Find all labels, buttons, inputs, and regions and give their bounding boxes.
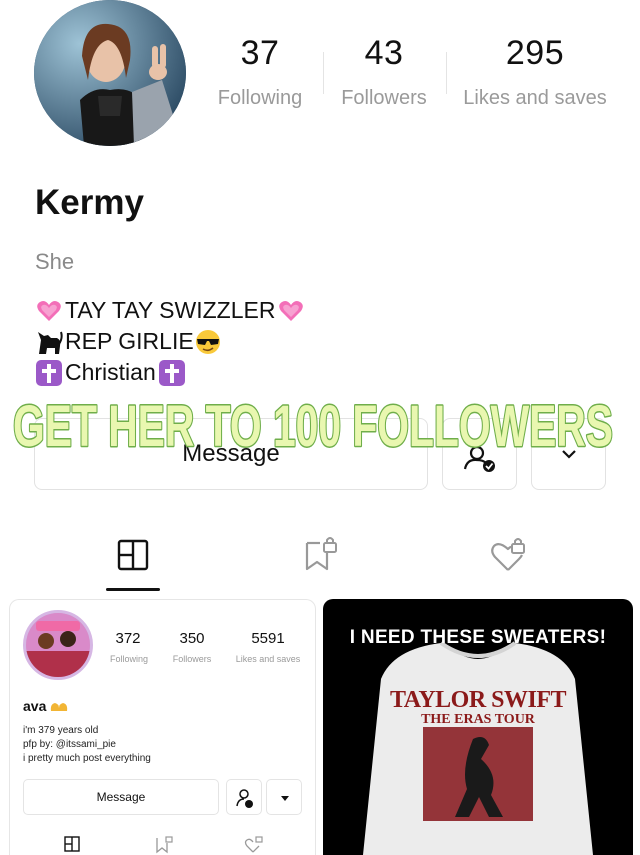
profile-bio: TAY TAY SWIZZLER REP GIRLIE Christian — [35, 295, 307, 388]
sweater-print-line: TAYLOR SWIFT — [389, 687, 567, 713]
mini-profile-name-text: ava — [23, 698, 47, 714]
mini-followers-stat: 350 Followers — [172, 630, 212, 664]
latin-cross-icon — [158, 359, 185, 386]
mini-tab-saved — [154, 834, 174, 854]
bio-line-text: REP GIRLIE — [65, 328, 194, 354]
profile-pronoun: She — [35, 249, 75, 274]
following-label: Following — [217, 87, 303, 109]
followers-stat[interactable]: 43 Followers — [336, 34, 432, 110]
mini-following-stat: 372 Following — [110, 630, 149, 664]
saved-bookmark-lock-icon — [305, 537, 337, 571]
likes-saves-count: 295 — [505, 34, 565, 72]
latin-cross-icon — [36, 359, 62, 386]
mini-tab-liked — [244, 834, 264, 854]
mini-followers-label: Followers — [172, 654, 212, 664]
sweater-print-line: THE ERAS TOUR — [421, 712, 535, 727]
mini-more-button — [266, 779, 302, 815]
bio-line: TAY TAY SWIZZLER — [35, 295, 307, 326]
sunglasses-face-icon — [195, 329, 220, 354]
mini-following-label: Following — [110, 654, 149, 664]
black-cat-icon — [38, 331, 63, 354]
saved-bookmark-lock-icon — [156, 836, 173, 854]
tab-notes[interactable] — [113, 535, 153, 575]
mini-following-count: 372 — [115, 630, 141, 647]
tab-saved[interactable] — [302, 535, 342, 575]
profile-name: Kermy — [35, 183, 144, 222]
user-check-icon — [236, 789, 253, 808]
mini-followers-count: 350 — [179, 630, 205, 647]
notes-grid-icon — [64, 836, 80, 852]
followers-label: Followers — [341, 87, 427, 109]
stat-divider — [323, 52, 324, 94]
mini-likes-label: Likes and saves — [235, 654, 301, 664]
following-stat[interactable]: 37 Following — [212, 34, 308, 110]
mini-likes-stat: 5591 Likes and saves — [234, 630, 302, 664]
mini-likes-count: 5591 — [251, 630, 285, 647]
sweater-print-text: TAYLOR SWIFT THE ERAS TOUR — [323, 687, 633, 728]
mini-follow-button — [226, 779, 262, 815]
likes-saves-label: Likes and saves — [463, 87, 607, 109]
tab-liked[interactable] — [489, 535, 529, 575]
following-count: 37 — [240, 34, 280, 72]
mini-bio-line: i'm 379 years old — [23, 725, 99, 736]
followers-count: 43 — [364, 34, 404, 72]
sweater-post-card[interactable]: I NEED THESE SWEATERS! TAYLOR SWIFT THE … — [323, 599, 633, 855]
mini-profile-bio: i'm 379 years old pfp by: @itssami_pie i… — [23, 724, 151, 766]
mini-tab-notes — [62, 834, 82, 854]
notes-grid-icon — [117, 539, 149, 571]
post-title: I NEED THESE SWEATERS! — [349, 627, 607, 648]
mini-bio-line: pfp by: @itssami_pie — [23, 739, 116, 750]
mini-bio-line: i pretty much post everything — [23, 753, 151, 764]
profile-avatar[interactable] — [34, 0, 186, 146]
bio-line: REP GIRLIE — [35, 326, 307, 357]
liked-heart-lock-icon — [244, 836, 263, 853]
mini-message-label: Message — [96, 790, 146, 804]
mini-avatar — [23, 610, 93, 680]
heart-hands-icon — [51, 703, 68, 712]
overlay-text: GET HER TO 100 FOLLOWERS — [13, 394, 613, 459]
overlay-caption: GET HER TO 100 FOLLOWERS — [12, 393, 615, 461]
profile-stats: 37 Following 43 Followers 295 Likes and … — [200, 34, 640, 114]
liked-heart-lock-icon — [491, 538, 525, 571]
pink-heart-icon — [37, 300, 61, 321]
bio-line-text: TAY TAY SWIZZLER — [65, 297, 276, 323]
stat-divider — [446, 52, 447, 94]
active-tab-indicator — [106, 588, 160, 591]
profile-screenshot-card[interactable]: 372 Following 350 Followers 5591 Likes a… — [9, 599, 316, 855]
mini-message-button: Message — [23, 779, 219, 815]
caret-down-icon — [281, 796, 289, 801]
mini-profile-name: ava — [23, 698, 68, 714]
pink-heart-icon — [279, 300, 304, 321]
likes-saves-stat[interactable]: 295 Likes and saves — [462, 34, 608, 110]
